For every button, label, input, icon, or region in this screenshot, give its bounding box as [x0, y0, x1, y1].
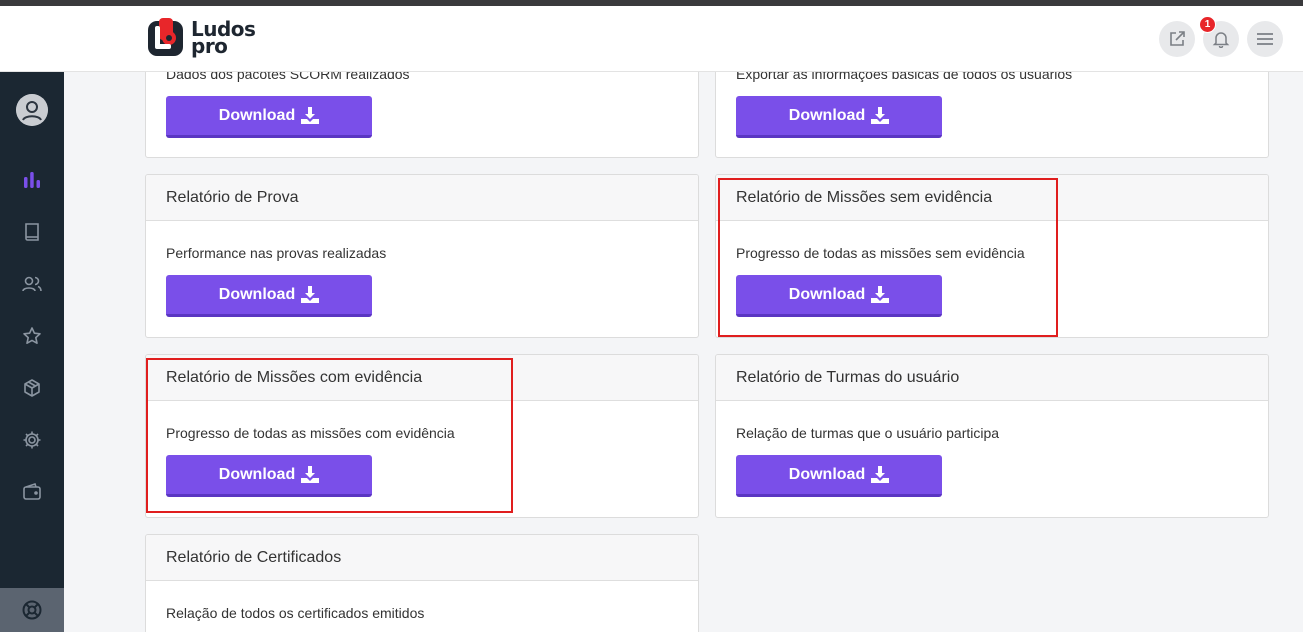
download-button-users[interactable]: Download [736, 96, 942, 138]
download-button-turmas[interactable]: Download [736, 455, 942, 497]
download-button-missoes-sem-evidencia[interactable]: Download [736, 275, 942, 317]
sidebar-item-content[interactable] [18, 218, 46, 246]
card-title: Relatório de Turmas do usuário [716, 355, 1268, 401]
sidebar-item-settings[interactable] [18, 426, 46, 454]
book-icon [25, 223, 39, 241]
notifications-button[interactable]: 1 [1199, 16, 1239, 57]
card-title: Relatório de Missões sem evidência [716, 175, 1268, 221]
external-link-icon [1170, 31, 1185, 46]
wallet-icon [23, 482, 41, 500]
users-icon [22, 276, 42, 292]
user-avatar-icon [16, 94, 48, 126]
ludos-pro-logo[interactable]: Ludos pro [147, 18, 256, 58]
external-link-button[interactable] [1159, 21, 1195, 57]
download-label: Download [788, 106, 866, 124]
report-card-turmas: Relatório de Turmas do usuário Relação d… [715, 354, 1269, 518]
bell-icon [1212, 32, 1230, 48]
download-label: Download [218, 465, 296, 483]
card-title: Relatório de Missões com evidência [146, 355, 698, 401]
download-label: Download [788, 285, 866, 303]
notification-badge: 1 [1199, 16, 1216, 33]
download-icon [871, 286, 890, 303]
gear-icon [23, 431, 41, 449]
box-icon [24, 379, 40, 397]
download-button-scorm[interactable]: Download [166, 96, 372, 138]
sidebar-item-users[interactable] [18, 270, 46, 298]
card-description: Performance nas provas realizadas [166, 245, 387, 261]
chart-icon [24, 172, 40, 188]
download-label: Download [788, 465, 866, 483]
user-avatar[interactable] [16, 94, 48, 126]
sidebar-item-favorites[interactable] [18, 322, 46, 350]
report-card-certificados: Relatório de Certificados Relação de tod… [145, 534, 699, 632]
download-icon [871, 107, 890, 124]
sidebar-item-reports[interactable] [18, 166, 46, 194]
card-title: Relatório de Prova [146, 175, 698, 221]
card-title: Relatório de Certificados [146, 535, 698, 581]
menu-button[interactable] [1247, 21, 1283, 57]
app-header: Ludos pro 1 [0, 6, 1303, 72]
report-card-prova: Relatório de Prova Performance nas prova… [145, 174, 699, 338]
sidebar-item-wallet[interactable] [18, 478, 46, 506]
download-label: Download [218, 106, 296, 124]
report-card-missoes-com-evidencia: Relatório de Missões com evidência Progr… [145, 354, 699, 518]
card-description: Relação de turmas que o usuário particip… [736, 425, 1000, 441]
star-icon [23, 327, 41, 344]
card-description: Progresso de todas as missões sem evidên… [736, 245, 1025, 261]
hamburger-icon [1257, 33, 1273, 45]
download-button-missoes-com-evidencia[interactable]: Download [166, 455, 372, 497]
card-description: Relação de todos os certificados emitido… [166, 605, 425, 621]
download-icon [301, 107, 320, 124]
support-icon [22, 600, 42, 620]
logo-text: Ludos pro [191, 19, 256, 56]
report-card-missoes-sem-evidencia: Relatório de Missões sem evidência Progr… [715, 174, 1269, 338]
download-icon [871, 466, 890, 483]
download-button-prova[interactable]: Download [166, 275, 372, 317]
download-icon [301, 286, 320, 303]
sidebar-item-packages[interactable] [18, 374, 46, 402]
card-description: Progresso de todas as missões com evidên… [166, 425, 455, 441]
sidebar [0, 72, 64, 632]
logo-mark-icon [147, 18, 185, 58]
download-icon [301, 466, 320, 483]
support-button[interactable] [0, 588, 64, 632]
download-label: Download [218, 285, 296, 303]
